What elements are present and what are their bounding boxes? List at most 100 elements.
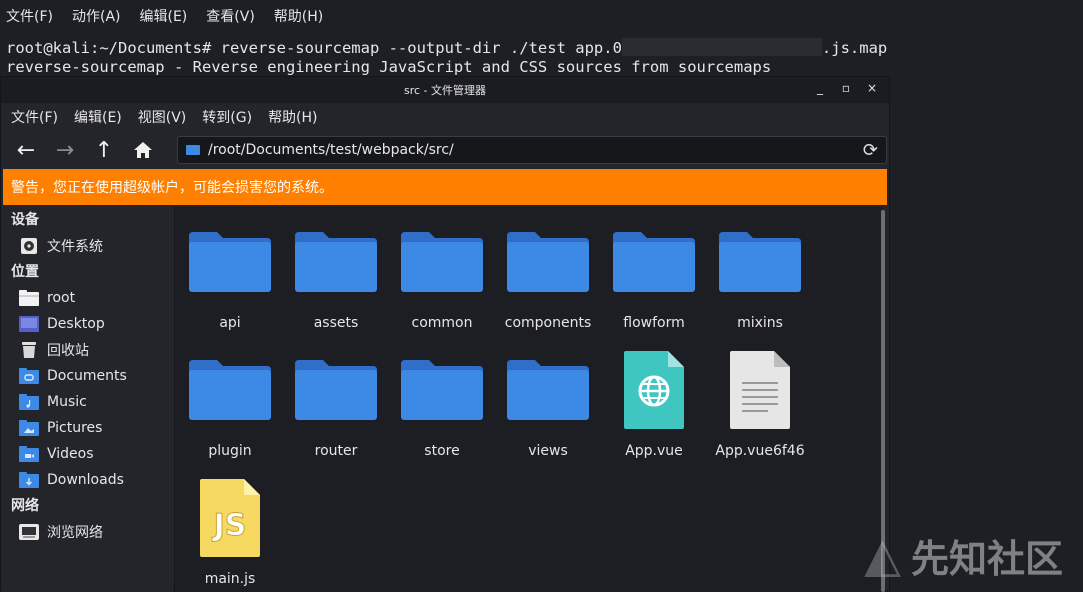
- menu-go[interactable]: 转到(G): [202, 107, 252, 127]
- sidebar-item-label: 回收站: [47, 343, 89, 359]
- javascript-file-icon: JS: [177, 473, 283, 563]
- folder-item[interactable]: assets: [283, 217, 389, 331]
- folder-icon: [389, 345, 495, 435]
- sidebar-item-pictures[interactable]: Pictures: [1, 415, 173, 441]
- folder-icon: [177, 217, 283, 307]
- vue-file-icon: [601, 345, 707, 435]
- folder-item[interactable]: common: [389, 217, 495, 331]
- folder-item[interactable]: mixins: [707, 217, 813, 331]
- sidebar-item-trash[interactable]: 回收站: [1, 337, 173, 363]
- folder-item[interactable]: store: [389, 345, 495, 459]
- folder-item[interactable]: api: [177, 217, 283, 331]
- folder-icon: [495, 345, 601, 435]
- documents-folder-icon: [19, 367, 39, 385]
- folder-item[interactable]: views: [495, 345, 601, 459]
- folder-item[interactable]: components: [495, 217, 601, 331]
- file-name: assets: [313, 315, 359, 331]
- toolbar: ← → ↑ /root/Documents/test/webpack/src/ …: [1, 131, 889, 169]
- folder-icon: [177, 345, 283, 435]
- window-titlebar[interactable]: src - 文件管理器 _ ▫ ×: [1, 77, 889, 103]
- terminal-output-line: reverse-sourcemap - Reverse engineering …: [6, 58, 772, 76]
- sidebar-item-label: 文件系统: [47, 239, 103, 255]
- folder-icon: [389, 217, 495, 307]
- sidebar-item-documents[interactable]: Documents: [1, 363, 173, 389]
- sidebar-item-label: 浏览网络: [47, 525, 103, 541]
- maximize-button[interactable]: ▫: [839, 81, 853, 95]
- file-name: plugin: [208, 443, 252, 459]
- sidebar-item-desktop[interactable]: Desktop: [1, 311, 173, 337]
- file-name: flowform: [623, 315, 685, 331]
- folder-item[interactable]: router: [283, 345, 389, 459]
- file-name: common: [411, 315, 473, 331]
- terminal-menu-edit[interactable]: 编辑(E): [140, 6, 188, 26]
- desktop-folder-icon: [19, 315, 39, 333]
- videos-folder-icon: [19, 445, 39, 463]
- menu-view[interactable]: 视图(V): [138, 107, 187, 127]
- sidebar-item-label: Videos: [47, 446, 94, 462]
- file-name: api: [219, 315, 241, 331]
- file-name: store: [424, 443, 460, 459]
- file-view[interactable]: api assets common components flowform mixins p…: [174, 207, 883, 592]
- folder-icon: [495, 217, 601, 307]
- text-file-icon: [707, 345, 813, 435]
- back-button[interactable]: ←: [9, 134, 43, 166]
- sidebar-item-label: Desktop: [47, 316, 105, 332]
- svg-text:JS: JS: [212, 508, 247, 543]
- sidebar-item-browse-network[interactable]: 浏览网络: [1, 519, 173, 545]
- trash-icon: [19, 341, 39, 359]
- file-name: views: [528, 443, 568, 459]
- minimize-button[interactable]: _: [813, 81, 827, 95]
- folder-icon: [186, 145, 200, 155]
- reload-icon[interactable]: ⟳: [863, 140, 878, 161]
- terminal-menu-file[interactable]: 文件(F): [6, 6, 53, 26]
- sidebar-item-label: Documents: [47, 368, 127, 384]
- menu-edit[interactable]: 编辑(E): [74, 107, 122, 127]
- sidebar-item-downloads[interactable]: Downloads: [1, 467, 173, 493]
- arrow-left-icon: ←: [16, 137, 36, 163]
- sidebar-item-root[interactable]: root: [1, 285, 173, 311]
- drive-icon: [19, 237, 39, 255]
- sidebar-item-videos[interactable]: Videos: [1, 441, 173, 467]
- pictures-folder-icon: [19, 419, 39, 437]
- watermark-text: 先知社区: [910, 536, 1063, 581]
- location-bar[interactable]: /root/Documents/test/webpack/src/ ⟳: [177, 136, 887, 164]
- location-path: /root/Documents/test/webpack/src/: [208, 142, 454, 158]
- home-button[interactable]: [126, 134, 160, 166]
- terminal-command-suffix: .js.map: [821, 39, 888, 57]
- sidebar-item-label: Pictures: [47, 420, 103, 436]
- home-icon: [134, 142, 152, 158]
- window-title: src - 文件管理器: [403, 84, 487, 97]
- sidebar-section-network: 网络: [11, 498, 39, 514]
- folder-icon: [707, 217, 813, 307]
- arrow-up-icon: ↑: [94, 137, 114, 163]
- sidebar-item-music[interactable]: Music: [1, 389, 173, 415]
- window-controls: _ ▫ ×: [813, 81, 879, 95]
- close-button[interactable]: ×: [865, 81, 879, 95]
- menu-file[interactable]: 文件(F): [11, 107, 58, 127]
- forward-button[interactable]: →: [48, 134, 82, 166]
- file-item[interactable]: App.vue: [601, 345, 707, 459]
- file-name: App.vue6f46: [715, 443, 805, 459]
- file-name: App.vue: [625, 443, 683, 459]
- network-icon: [19, 523, 39, 541]
- music-folder-icon: [19, 393, 39, 411]
- home-folder-icon: [19, 289, 39, 307]
- file-name: components: [504, 315, 592, 331]
- file-name: mixins: [737, 315, 783, 331]
- menu-help[interactable]: 帮助(H): [268, 107, 317, 127]
- redacted-block: [621, 38, 822, 56]
- sidebar-item-filesystem[interactable]: 文件系统: [1, 233, 173, 259]
- folder-item[interactable]: plugin: [177, 345, 283, 459]
- sidebar-item-label: Downloads: [47, 472, 124, 488]
- sidebar-item-label: Music: [47, 394, 87, 410]
- file-item[interactable]: App.vue6f46: [707, 345, 813, 459]
- folder-item[interactable]: flowform: [601, 217, 707, 331]
- terminal-menu-action[interactable]: 动作(A): [72, 6, 121, 26]
- up-button[interactable]: ↑: [87, 134, 121, 166]
- terminal-menu-view[interactable]: 查看(V): [206, 6, 255, 26]
- file-name: router: [314, 443, 358, 459]
- watermark: ◭ 先知社区: [864, 527, 1063, 583]
- file-item[interactable]: JS main.js: [177, 473, 283, 587]
- sidebar: 设备 文件系统 位置 root Desktop 回收站 Documents Mu…: [1, 207, 173, 592]
- terminal-menu-help[interactable]: 帮助(H): [274, 6, 323, 26]
